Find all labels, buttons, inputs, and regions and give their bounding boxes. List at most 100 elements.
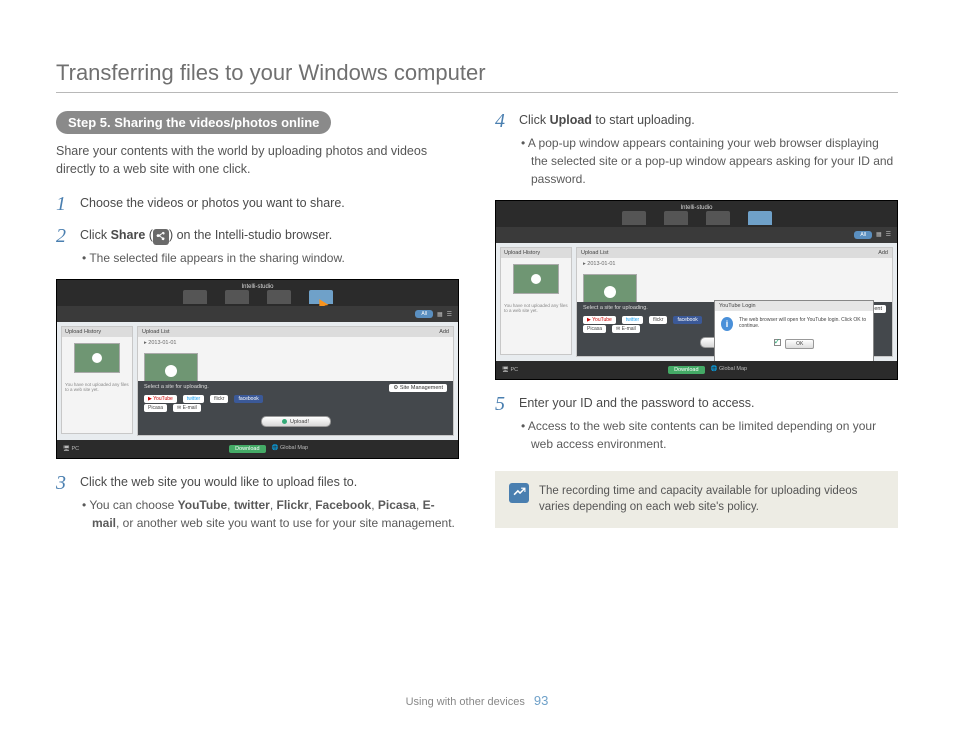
ss-toolbar: All ▦ ☰ (496, 227, 897, 243)
bold-word: Picasa (378, 498, 416, 512)
step-bullet: The selected file appears in the sharing… (80, 249, 459, 267)
ss-site-picasa: Picasa (144, 404, 167, 412)
ss-upload-history-pane: Upload History You have not uploaded any… (500, 247, 572, 355)
ss-pane-header: Upload List Add (577, 248, 892, 258)
intro-paragraph: Share your contents with the world by up… (56, 142, 459, 178)
ss-globalmap-label: 🌐 Global Map (272, 445, 309, 453)
ss-tab (183, 290, 207, 304)
ss-pane-header: Upload History (62, 327, 132, 337)
ss-date-row: ▸ 2013-01-01 (138, 337, 453, 349)
step-text: Click the web site you would like to upl… (80, 475, 357, 489)
ss-empty-note: You have not uploaded any files to a web… (62, 379, 132, 396)
ss-titlebar: Intelli-studio (57, 280, 458, 306)
ss-site-youtube: ▶ YouTube (144, 395, 177, 403)
ss-upload-list-pane: Upload List Add ▸ 2013-01-01 ☐ HDV_0001 … (576, 247, 893, 357)
text-fragment: You can choose (89, 498, 177, 512)
ss-site-email: ✉ E-mail (612, 325, 640, 333)
note-callout: The recording time and capacity availabl… (495, 471, 898, 528)
ss-site-twitter: twitter (622, 316, 643, 324)
ss-brand-text: Intelli-studio (241, 284, 273, 290)
ss-site-youtube: ▶ YouTube (583, 316, 616, 324)
steps-list-left: 1 Choose the videos or photos you want t… (56, 194, 459, 267)
text-fragment: Click (80, 228, 111, 242)
ss-site-facebook: facebook (234, 395, 262, 403)
step-text: Click Share ( ) on the Intelli-studio bro… (80, 228, 332, 242)
page-title: Transferring files to your Windows compu… (56, 60, 898, 93)
ss-tab-share (309, 290, 333, 304)
ss-popup-message: The web browser will open for YouTube lo… (739, 317, 867, 331)
ss-header-label: Upload List (581, 250, 609, 256)
left-column: Step 5. Sharing the videos/photos online… (56, 111, 459, 544)
ss-download-button: Download (668, 366, 704, 374)
ss-pc-label: 🖥 PC (63, 446, 79, 452)
ss-site-facebook: facebook (673, 316, 701, 324)
step-text: Enter your ID and the password to access… (519, 396, 755, 410)
step-1: 1 Choose the videos or photos you want t… (56, 194, 459, 214)
bold-word-upload: Upload (550, 113, 592, 127)
ss-site-email: ✉ E-mail (173, 404, 201, 412)
ss-statusbar: 🖥 PC Download 🌐 Global Map (57, 440, 458, 458)
ss-statusbar: 🖥 PC Download 🌐 Global Map (496, 361, 897, 379)
text-fragment: ) on the Intelli-studio browser. (169, 228, 332, 242)
ss-upload-history-pane: Upload History You have not uploaded any… (61, 326, 133, 434)
ss-date-text: 2013-01-01 (148, 340, 176, 346)
ss-tab (622, 211, 646, 225)
right-column: 4 Click Upload to start uploading. A pop… (495, 111, 898, 544)
ss-thumb-icon: ▦ (876, 231, 882, 238)
step-text: Choose the videos or photos you want to … (80, 196, 345, 210)
ss-date-text: 2013-01-01 (587, 261, 615, 267)
ss-site-flickr: flickr (210, 395, 228, 403)
ss-video-thumbnail (513, 264, 559, 294)
ss-popup-footer: OK (715, 337, 873, 353)
ss-toolbar: All ▦ ☰ (57, 306, 458, 322)
ss-brand-text: Intelli-studio (680, 205, 712, 211)
ss-tab (706, 211, 730, 225)
ss-select-site-label: Select a site for uploading. (144, 384, 209, 392)
ss-list-icon: ☰ (447, 311, 452, 318)
ss-pane-header: Upload History (501, 248, 571, 258)
ss-titlebar: Intelli-studio (496, 201, 897, 227)
ss-site-panel: Select a site for uploading. ⚙ Site Mana… (138, 381, 453, 435)
bold-word-share: Share (111, 228, 146, 242)
step-5-badge: Step 5. Sharing the videos/photos online (56, 111, 331, 134)
share-icon (153, 229, 169, 245)
steps-list-left-cont: 3 Click the web site you would like to u… (56, 473, 459, 532)
two-column-layout: Step 5. Sharing the videos/photos online… (56, 111, 898, 544)
step-bullet: Access to the web site contents can be l… (519, 417, 898, 453)
step-bullet: A pop-up window appears containing your … (519, 134, 898, 188)
step-number: 4 (495, 111, 509, 188)
ss-upload-list-pane: Upload List Add ▸ 2013-01-01 ☐ HDV_0001 … (137, 326, 454, 436)
ss-pc-label: 🖥 PC (502, 367, 518, 373)
text-fragment: to start uploading. (592, 113, 695, 127)
ss-thumb-icon: ▦ (437, 311, 443, 318)
step-2: 2 Click Share ( ) on the Intelli-studio b… (56, 226, 459, 267)
ss-pane-header: Upload List Add (138, 327, 453, 337)
footer-section-label: Using with other devices (406, 696, 525, 708)
step-number: 5 (495, 394, 509, 453)
ss-all-pill: All (854, 231, 872, 239)
ss-site-flickr: flickr (649, 316, 667, 324)
text-fragment: ( (145, 228, 153, 242)
step-text: Click Upload to start uploading. (519, 113, 695, 127)
step-5: 5 Enter your ID and the password to acce… (495, 394, 898, 453)
step-3: 3 Click the web site you would like to u… (56, 473, 459, 532)
step-4: 4 Click Upload to start uploading. A pop… (495, 111, 898, 188)
ss-select-site-label: Select a site for uploading. (583, 305, 648, 313)
ss-download-button: Download (229, 445, 265, 453)
bold-word: twitter (234, 498, 270, 512)
app-screenshot-2: Intelli-studio All ▦ ☰ Upload History Yo… (495, 200, 898, 380)
ss-tab (664, 211, 688, 225)
ss-list-icon: ☰ (886, 231, 891, 238)
steps-list-right-cont: 5 Enter your ID and the password to acce… (495, 394, 898, 453)
ss-date-row: ▸ 2013-01-01 (577, 258, 892, 270)
ss-popup-checkbox (774, 339, 781, 346)
ss-add-label: Add (878, 250, 888, 256)
step-number: 2 (56, 226, 70, 267)
bold-word: Flickr (277, 498, 309, 512)
info-icon: i (721, 317, 733, 331)
bold-word: YouTube (178, 498, 228, 512)
ss-site-mgmt-button: ⚙ Site Management (389, 384, 447, 392)
ss-popup-title: YouTube Login (715, 301, 873, 311)
ss-header-label: Upload List (142, 329, 170, 335)
ss-empty-note: You have not uploaded any files to a web… (501, 300, 571, 317)
